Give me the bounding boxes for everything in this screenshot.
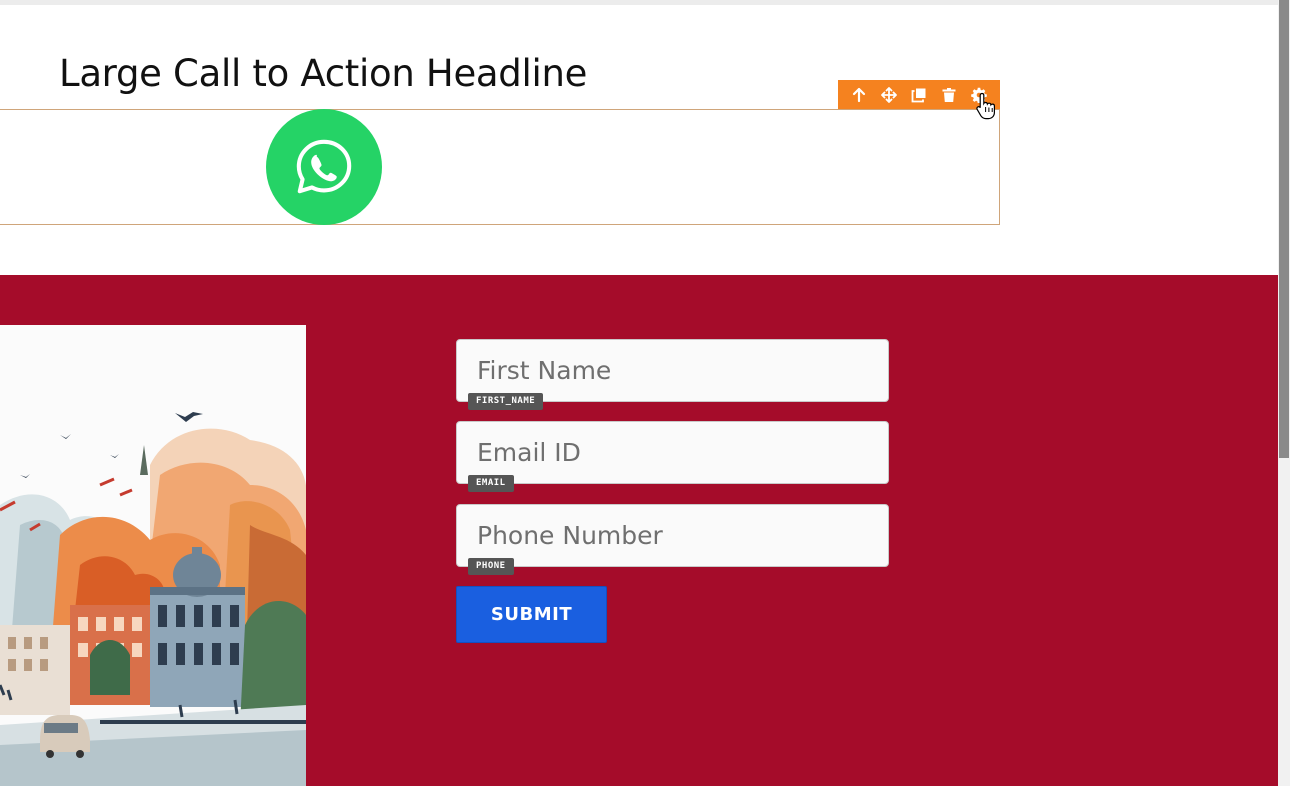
top-strip xyxy=(0,0,1278,5)
delete-button[interactable] xyxy=(937,84,961,106)
settings-button[interactable] xyxy=(967,84,991,106)
duplicate-button[interactable] xyxy=(907,84,931,106)
city-illustration-image xyxy=(0,325,306,786)
block-toolbar xyxy=(838,80,1000,109)
arrow-up-icon xyxy=(852,87,866,102)
city-illustration xyxy=(0,325,306,786)
copy-icon xyxy=(911,88,926,102)
drag-button[interactable] xyxy=(877,84,901,106)
email-field[interactable]: EMAIL xyxy=(456,421,889,492)
first-name-field[interactable]: FIRST_NAME xyxy=(456,339,889,410)
vertical-scrollbar[interactable] xyxy=(1278,0,1290,786)
move-up-button[interactable] xyxy=(847,84,871,106)
move-icon xyxy=(881,86,897,103)
phone-input[interactable] xyxy=(457,505,888,566)
whatsapp-icon xyxy=(296,139,352,194)
whatsapp-button[interactable] xyxy=(266,109,382,225)
page-headline[interactable]: Large Call to Action Headline xyxy=(59,52,587,95)
phone-field[interactable]: PHONE xyxy=(456,504,889,575)
first-name-tag: FIRST_NAME xyxy=(468,393,544,410)
email-tag: EMAIL xyxy=(468,475,514,492)
first-name-input[interactable] xyxy=(457,340,888,401)
submit-button[interactable]: SUBMIT xyxy=(456,586,607,643)
page: Large Call to Action Headline First Name… xyxy=(0,0,1290,786)
scrollbar-thumb[interactable] xyxy=(1279,0,1289,458)
trash-icon xyxy=(942,87,956,102)
gear-icon xyxy=(971,87,987,103)
email-input[interactable] xyxy=(457,422,888,483)
selected-block-outline[interactable] xyxy=(0,109,1000,225)
phone-tag: PHONE xyxy=(468,558,514,575)
